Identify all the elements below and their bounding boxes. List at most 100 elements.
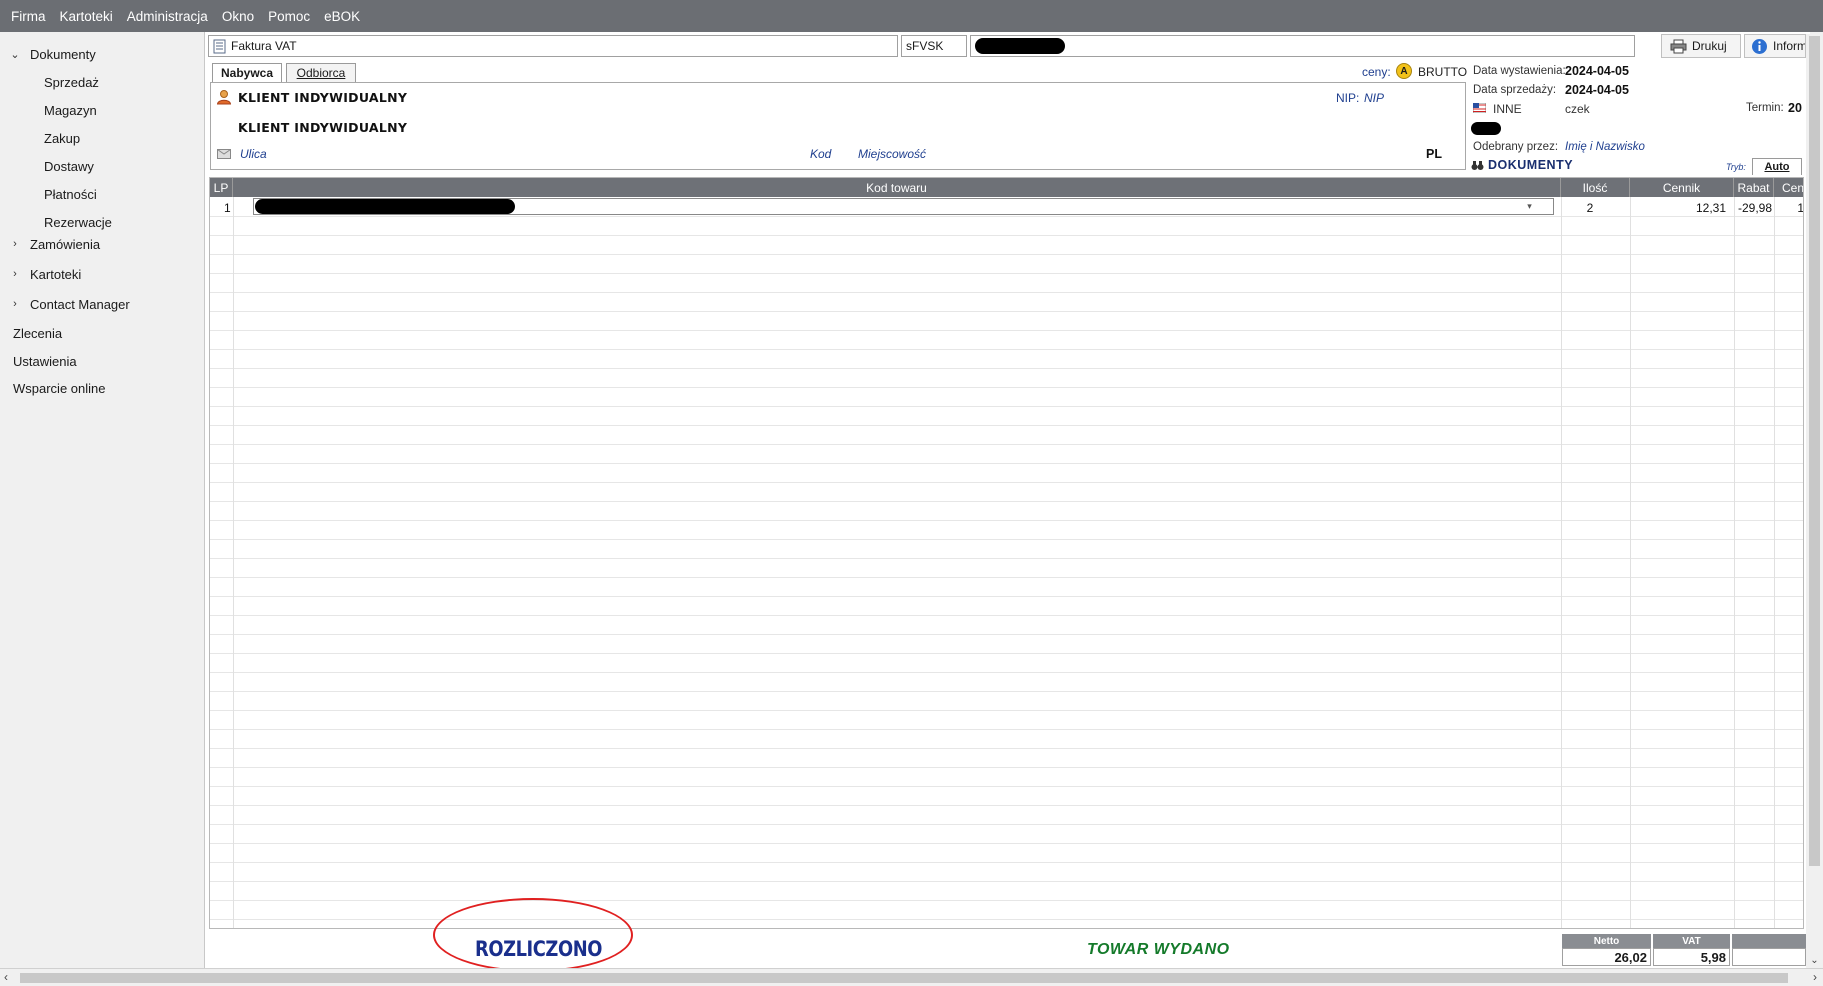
redacted-field [1471,122,1501,135]
sidebar-section-kartoteki[interactable]: › Kartoteki [8,262,81,286]
price-mode-badge[interactable]: A [1396,63,1412,79]
grid-header: LP Kod towaru Ilość Cennik Rabat Cena br… [210,178,1803,197]
grid-row-line [210,577,1803,578]
nip-input[interactable]: NIP [1364,91,1384,105]
menu-okno[interactable]: Okno [215,9,261,24]
city-input[interactable]: Miejscowość [858,147,926,161]
payment-detail[interactable]: czek [1565,102,1590,116]
vat-value: 5,98 [1653,948,1730,966]
scroll-down-icon[interactable]: ⌄ [1806,955,1823,966]
grid-row-line [210,748,1803,749]
document-icon [213,39,226,54]
col-cena-brutto[interactable]: Cena bru [1774,178,1803,197]
scroll-right-icon[interactable]: › [1813,970,1817,984]
sidebar-section-contact-manager[interactable]: › Contact Manager [8,292,130,316]
document-type-field[interactable]: Faktura VAT [208,35,898,57]
sidebar-item-magazyn[interactable]: Magazyn [44,98,97,122]
grid-row-line [210,463,1803,464]
dropdown-arrow-icon[interactable]: ▾ [1524,198,1535,215]
row-qty[interactable]: 2 [1560,201,1620,215]
col-kod-towaru[interactable]: Kod towaru [233,178,1561,197]
menu-pomoc[interactable]: Pomoc [261,9,317,24]
received-by-input[interactable]: Imię i Nazwisko [1565,141,1645,153]
col-ilosc[interactable]: Ilość [1561,178,1630,197]
row-gross-price[interactable]: 16, [1774,201,1803,215]
sidebar-section-zamowienia[interactable]: › Zamówienia [8,232,100,256]
sidebar-item-dostawy[interactable]: Dostawy [44,154,94,178]
issue-date-value[interactable]: 2024-04-05 [1565,64,1629,78]
menu-ebok[interactable]: eBOK [317,9,367,24]
sidebar: ⌄ Dokumenty Sprzedaż Magazyn Zakup Dosta… [0,32,205,968]
mode-value: Auto [1764,161,1790,173]
postal-code-input[interactable]: Kod [810,147,831,161]
price-mode-value[interactable]: BRUTTO [1418,65,1467,79]
menu-administracja[interactable]: Administracja [120,9,215,24]
grid-row-line [210,292,1803,293]
series-value: sFVSK [906,39,944,53]
settled-stamp: ROZLICZONO [475,937,602,961]
row-list-price[interactable]: 12,31 [1630,201,1726,215]
scroll-thumb[interactable] [20,973,1788,983]
horizontal-scrollbar[interactable]: ‹ › [0,968,1823,986]
col-lp[interactable]: LP [210,178,233,197]
document-number-field[interactable] [970,35,1635,57]
sidebar-item-wsparcie-online[interactable]: Wsparcie online [13,376,106,400]
scroll-thumb[interactable] [1809,36,1820,866]
col-rabat[interactable]: Rabat [1734,178,1774,197]
info-button[interactable]: Inform [1744,34,1806,58]
grid-row-line [210,387,1803,388]
menu-kartoteki[interactable]: Kartoteki [53,9,120,24]
grid-row-line [210,653,1803,654]
sidebar-section-dokumenty[interactable]: ⌄ Dokumenty [8,42,95,66]
chevron-down-icon: ⌄ [10,48,20,61]
sidebar-section-label: Zamówienia [30,236,101,252]
received-by-label: Odebrany przez: [1473,141,1559,153]
sidebar-item-sprzedaz[interactable]: Sprzedaż [44,70,99,94]
sidebar-item-label: Wsparcie online [13,380,106,396]
grid-row-line [210,634,1803,635]
prices-label: ceny: [1362,65,1391,79]
sidebar-item-platnosci[interactable]: Płatności [44,182,97,206]
payment-method[interactable]: INNE [1493,102,1522,116]
documents-link[interactable]: DOKUMENTY [1488,158,1573,172]
print-button[interactable]: Drukuj [1661,34,1741,58]
grid-row-line [210,311,1803,312]
country-code[interactable]: PL [1426,147,1442,161]
sidebar-item-rezerwacje[interactable]: Rezerwacje [44,210,112,234]
vertical-scrollbar[interactable]: ⌄ [1806,34,1823,968]
issue-date-label: Data wystawienia: [1473,65,1566,77]
street-input[interactable]: Ulica [240,147,267,161]
buyer-name-line2[interactable]: KLIENT INDYWIDUALNY [238,120,407,135]
grid-vline [1630,197,1631,928]
grid-row-line [210,425,1803,426]
sidebar-item-label: Zlecenia [13,325,63,341]
series-field[interactable]: sFVSK [901,35,967,57]
col-cennik[interactable]: Cennik [1630,178,1734,197]
scroll-left-icon[interactable]: ‹ [4,970,8,984]
sidebar-item-ustawienia[interactable]: Ustawienia [13,349,77,373]
goods-issued-stamp: TOWAR WYDANO [1087,941,1230,958]
items-grid: LP Kod towaru Ilość Cennik Rabat Cena br… [209,177,1804,929]
total-value [1732,948,1806,966]
grid-row-line [210,330,1803,331]
buyer-name-line1[interactable]: KLIENT INDYWIDUALNY [238,90,407,105]
tab-odbiorca[interactable]: Odbiorca [286,63,356,82]
mode-auto-tab[interactable]: Auto [1752,158,1802,175]
tab-nabywca[interactable]: Nabywca [212,63,282,82]
row-discount[interactable]: -29,98 [1732,201,1772,215]
sidebar-item-zlecenia[interactable]: Zlecenia [13,321,62,345]
sidebar-item-zakup[interactable]: Zakup [44,126,80,150]
nip-label: NIP: [1336,91,1360,105]
menu-firma[interactable]: Firma [4,9,53,24]
envelope-icon [217,149,231,159]
grid-row-line [210,691,1803,692]
print-label: Drukuj [1692,39,1727,53]
redacted-product-code [255,199,515,214]
grid-vline [1734,197,1735,928]
sale-date-value[interactable]: 2024-04-05 [1565,83,1629,97]
term-value[interactable]: 20 [1788,101,1802,115]
sidebar-item-label: Zakup [44,130,81,146]
sale-date-label: Data sprzedaży: [1473,84,1557,96]
sidebar-section-label: Contact Manager [30,296,130,312]
info-label: Inform [1773,39,1806,53]
